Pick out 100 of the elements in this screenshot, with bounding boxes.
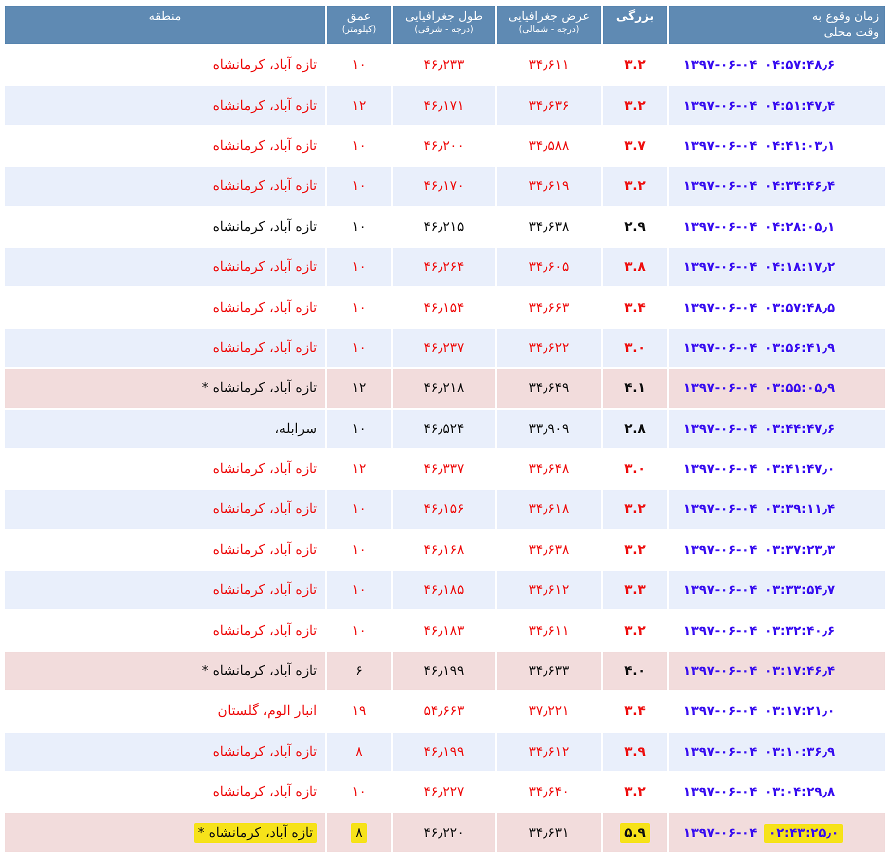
time-text: ۰۳:۵۷:۴۸٫۵ [764,300,836,316]
cell-text: تازه آباد، کرمانشاه [212,582,317,598]
date-text: ۱۳۹۷-۰۶-۰۴ [683,98,758,114]
cell-text: ۳.۷ [624,138,646,154]
time-text: ۰۳:۳۲:۴۰٫۶ [764,624,836,639]
cell-text: تازه آباد، کرمانشاه [212,178,317,194]
cell-text: تازه آباد، کرمانشاه [212,340,317,356]
cell-text: ۳.۳ [624,582,646,598]
cell-text: ۵۴٫۶۶۳ [424,703,464,720]
cell-text: ۱۰ [352,57,366,74]
cell-text: ۳۴٫۶۴۹ [528,380,570,396]
cell-text: ۳۷٫۲۲۱ [528,703,570,720]
cell-text: ۳۴٫۶۱۲ [528,582,570,598]
cell-text: ۴۶٫۲۶۴ [424,259,464,276]
cell-text: ۱۹ [352,703,366,720]
cell-text: ۱۰ [352,501,366,518]
cell-text: تازه آباد، کرمانشاه [212,259,317,276]
cell-text: تازه آباد، کرمانشاه [212,622,317,639]
time-text: ۰۳:۳۹:۱۱٫۴ [764,502,836,518]
cell-text: ۳۴٫۶۳۸ [528,542,570,558]
date-text: ۱۳۹۷-۰۶-۰۴ [683,381,758,396]
time-text: ۰۳:۵۵:۰۵٫۹ [764,381,836,396]
cell-text: ۶ [355,663,363,680]
cell-text: ۳.۲ [624,622,646,639]
cell-text: ۳۴٫۶۴۸ [528,461,570,478]
header-subtitle: وقت محلی [822,24,879,40]
date-text: ۱۳۹۷-۰۶-۰۴ [683,220,758,235]
time-text: ۰۴:۴۱:۰۳٫۱ [764,138,836,154]
cell-text: تازه آباد، کرمانشاه [212,542,317,558]
cell-text: تازه آباد، کرمانشاه [212,98,317,114]
cell-text: ۳۴٫۶۱۹ [528,178,570,194]
cell-text: ۴۶٫۱۵۶ [424,501,464,518]
time-text: ۰۴:۵۱:۴۷٫۴ [764,98,836,114]
cell-text: ۱۰ [352,582,366,598]
cell-text: تازه آباد، کرمانشاه [212,57,317,74]
cell-text: تازه آباد، کرمانشاه [212,501,317,518]
date-text: ۱۳۹۷-۰۶-۰۴ [683,542,758,558]
cell-text: ۴۶٫۱۶۸ [424,542,464,558]
cell-text: ۴۶٫۲۳۷ [424,340,464,356]
cell-text: ۴۶٫۱۷۱ [424,98,464,114]
cell-text: تازه آباد، کرمانشاه * [202,380,317,396]
cell-text: ۱۰ [352,138,366,154]
cell-text: ۳۴٫۶۱۱ [528,57,570,74]
date-text: ۱۳۹۷-۰۶-۰۴ [683,502,758,518]
cell-text: ۳۴٫۶۱۱ [528,622,570,639]
cell-text: ۴۶٫۲۱۵ [424,218,464,235]
cell-text: ۱۰ [352,622,366,639]
cell-text: ۳.۴ [624,703,646,720]
date-text: ۱۳۹۷-۰۶-۰۴ [683,422,758,437]
cell-text: ۸ [355,744,363,760]
cell-text: تازه آباد، کرمانشاه [212,300,317,316]
date-text: ۱۳۹۷-۰۶-۰۴ [683,340,758,356]
time-text: ۰۴:۱۸:۱۷٫۲ [764,260,836,276]
cell-text: ۳.۲ [624,178,646,194]
header-title: عرض جغرافیایی [507,8,591,24]
cell-text: ۵.۹ [620,822,650,843]
date-text: ۱۳۹۷-۰۶-۰۴ [683,744,758,760]
cell-text: ۳.۲ [624,542,646,558]
cell-text: ۴.۱ [624,380,646,396]
cell-text: تازه آباد، کرمانشاه [212,218,317,235]
time-text: ۰۴:۲۸:۰۵٫۱ [764,220,836,235]
cell-text: انبار الوم، گلستان [218,703,317,720]
cell-text: ۸ [351,822,367,843]
cell-text: ۳۴٫۶۶۳ [528,300,570,316]
cell-text: ۱۰ [352,542,366,558]
cell-text: تازه آباد، کرمانشاه [212,138,317,154]
cell-text: ۳۴٫۶۱۸ [528,501,570,518]
cell-text: تازه آباد، کرمانشاه * [202,663,317,680]
cell-text: ۱۰ [352,340,366,356]
cell-text: ۳۴٫۶۳۱ [528,824,570,841]
cell-text: ۱۲ [352,380,366,396]
cell-text: ۴.۰ [624,663,646,680]
time-text: ۰۳:۱۷:۲۱٫۰ [764,704,836,720]
cell-text: ۳.۲ [624,98,646,114]
cell-text: ۴۶٫۲۰۰ [424,138,464,154]
cell-text: ۳۴٫۶۳۳ [528,663,570,680]
date-text: ۱۳۹۷-۰۶-۰۴ [683,260,758,276]
cell-text: ۱۰ [352,420,366,437]
date-text: ۱۳۹۷-۰۶-۰۴ [683,664,758,680]
header-subtitle: (درجه - شرقی) [413,24,475,37]
cell-text: ۳.۲ [624,784,646,800]
cell-text: تازه آباد، کرمانشاه [212,784,317,800]
cell-text: ۱۰ [352,784,366,800]
header-title: عمق [346,8,372,24]
date-text: ۱۳۹۷-۰۶-۰۴ [683,583,758,598]
header-subtitle: (کیلومتر) [340,24,378,37]
date-text: ۱۳۹۷-۰۶-۰۴ [683,785,758,800]
date-text: ۱۳۹۷-۰۶-۰۴ [683,462,758,478]
cell-text: ۴۶٫۱۸۳ [424,622,464,639]
time-text: ۰۴:۵۷:۴۸٫۶ [764,58,836,74]
date-text: ۱۳۹۷-۰۶-۰۴ [683,300,758,316]
date-text: ۱۳۹۷-۰۶-۰۴ [683,179,758,194]
date-text: ۱۳۹۷-۰۶-۰۴ [683,58,758,74]
date-text: ۱۳۹۷-۰۶-۰۴ [683,624,758,639]
cell-text: ۴۶٫۱۹۹ [424,663,464,680]
header-subtitle: (درجه - شمالی) [518,24,580,37]
date-text: ۱۳۹۷-۰۶-۰۴ [683,826,758,841]
cell-text: ۲.۹ [624,218,646,235]
cell-text: ۳.۴ [624,300,646,316]
cell-text: ۴۶٫۱۸۵ [424,582,464,598]
